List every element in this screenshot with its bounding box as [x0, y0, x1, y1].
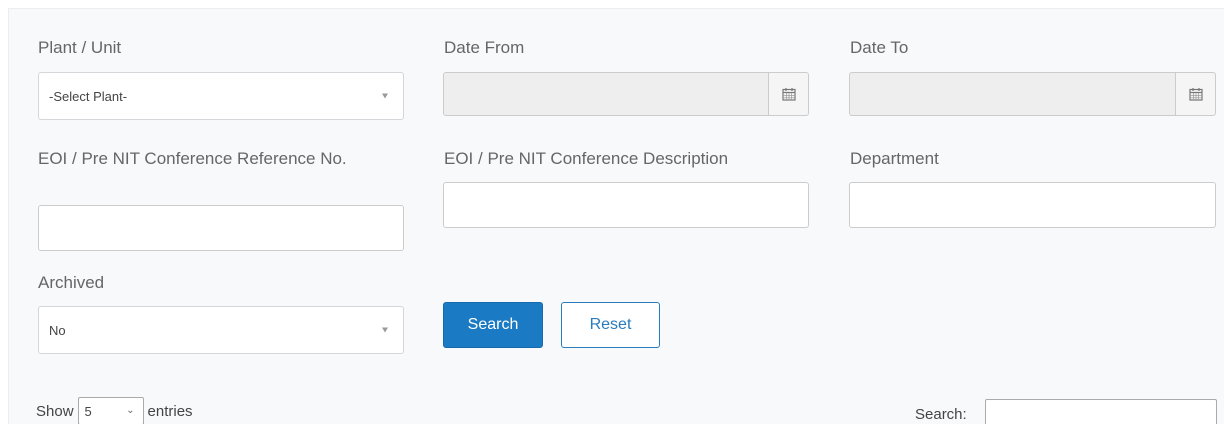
date-to-label: Date To [850, 38, 909, 57]
archived-select[interactable]: No [38, 306, 404, 354]
table-search-label: Search: [915, 406, 967, 423]
plant-select[interactable]: -Select Plant- [38, 72, 404, 120]
show-label: Show [36, 402, 74, 420]
archived-select-value: No [49, 322, 66, 338]
department-label: Department [850, 149, 939, 168]
reference-no-input[interactable] [38, 205, 404, 251]
description-label: EOI / Pre NIT Conference Description [444, 149, 729, 168]
department-input[interactable] [849, 182, 1216, 228]
reference-no-label: EOI / Pre NIT Conference Reference No. [38, 149, 347, 168]
description-input[interactable] [443, 182, 809, 228]
search-button[interactable]: Search [443, 302, 543, 348]
date-to-input[interactable] [849, 72, 1175, 116]
archived-label: Archived [38, 273, 105, 292]
date-to-group [849, 72, 1216, 116]
calendar-icon [781, 88, 796, 101]
page-length-value: 5 [84, 403, 92, 419]
caret-down-icon [382, 327, 388, 333]
date-from-input[interactable] [443, 72, 768, 116]
page-length-control: Show 5 ⌄ entries [36, 397, 193, 424]
reset-button[interactable]: Reset [561, 302, 660, 348]
calendar-icon [1188, 88, 1203, 101]
date-from-calendar-button[interactable] [768, 72, 809, 116]
caret-down-icon [382, 93, 388, 99]
date-from-group [443, 72, 809, 116]
entries-label: entries [147, 402, 193, 420]
plant-label: Plant / Unit [38, 38, 122, 57]
plant-select-value: -Select Plant- [49, 88, 128, 104]
chevron-down-icon: ⌄ [126, 405, 135, 416]
page-length-select[interactable]: 5 ⌄ [77, 397, 144, 424]
date-to-calendar-button[interactable] [1175, 72, 1216, 116]
date-from-label: Date From [444, 38, 525, 57]
table-search-input[interactable] [985, 399, 1217, 424]
